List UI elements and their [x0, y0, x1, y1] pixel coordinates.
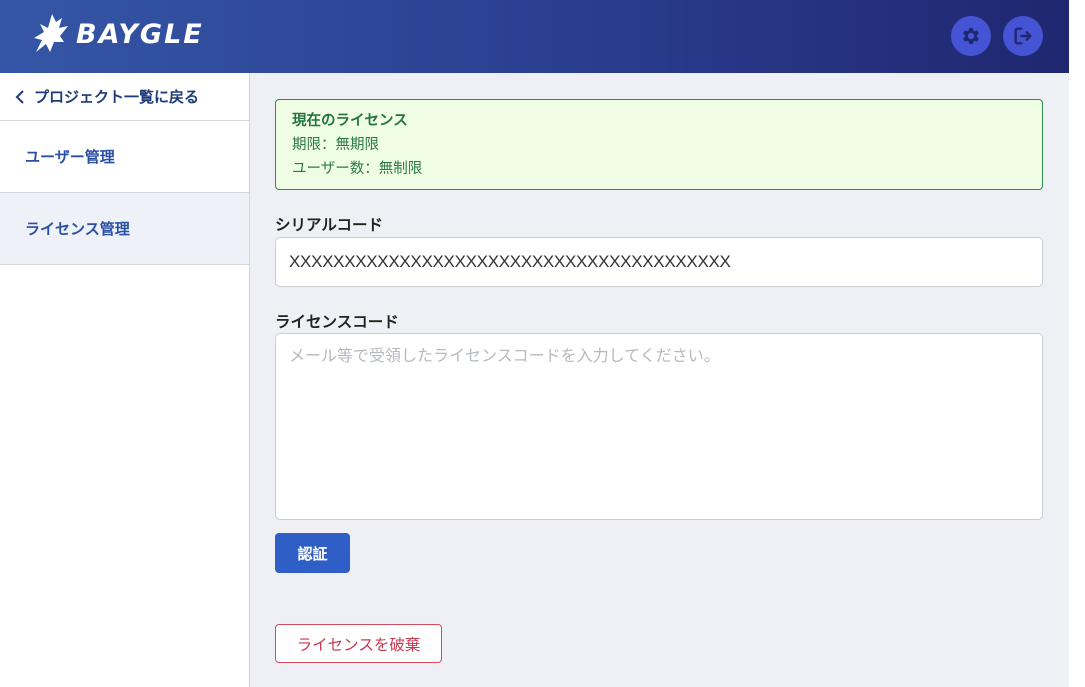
chevron-left-icon	[15, 89, 24, 104]
back-link-label: プロジェクト一覧に戻る	[34, 88, 200, 106]
serial-code-label: シリアルコード	[275, 216, 384, 234]
current-license-title: 現在のライセンス	[292, 113, 408, 129]
brand-name: BAYGLE	[76, 18, 204, 50]
sidebar: プロジェクト一覧に戻る ユーザー管理 ライセンス管理	[0, 73, 250, 687]
sidebar-item-user-management[interactable]: ユーザー管理	[0, 121, 249, 193]
logout-button[interactable]	[1003, 16, 1043, 56]
sidebar-item-label: ユーザー管理	[25, 148, 115, 166]
sidebar-item-label: ライセンス管理	[25, 220, 130, 238]
discard-license-button[interactable]: ライセンスを破棄	[275, 624, 442, 663]
current-license-panel: 現在のライセンス 期限：無期限 ユーザー数：無制限	[275, 99, 1043, 190]
logout-icon	[1014, 27, 1032, 45]
gear-icon	[963, 28, 979, 44]
authenticate-button[interactable]: 認証	[275, 533, 350, 573]
license-expiry: 期限：無期限	[292, 137, 379, 153]
scrollbar-gutter	[1069, 0, 1085, 687]
license-user-count: ユーザー数：無制限	[292, 161, 423, 177]
eagle-logo-icon	[34, 14, 68, 52]
back-to-projects-link[interactable]: プロジェクト一覧に戻る	[0, 73, 249, 121]
license-code-input[interactable]	[275, 333, 1043, 520]
sidebar-item-license-management[interactable]: ライセンス管理	[0, 193, 249, 265]
app-header: BAYGLE	[0, 0, 1069, 73]
serial-code-field[interactable]: XXXXXXXXXXXXXXXXXXXXXXXXXXXXXXXXXXXXXXXX	[275, 237, 1043, 287]
brand-logo[interactable]: BAYGLE	[32, 10, 204, 58]
settings-button[interactable]	[951, 16, 991, 56]
license-code-label: ライセンスコード	[275, 313, 399, 331]
